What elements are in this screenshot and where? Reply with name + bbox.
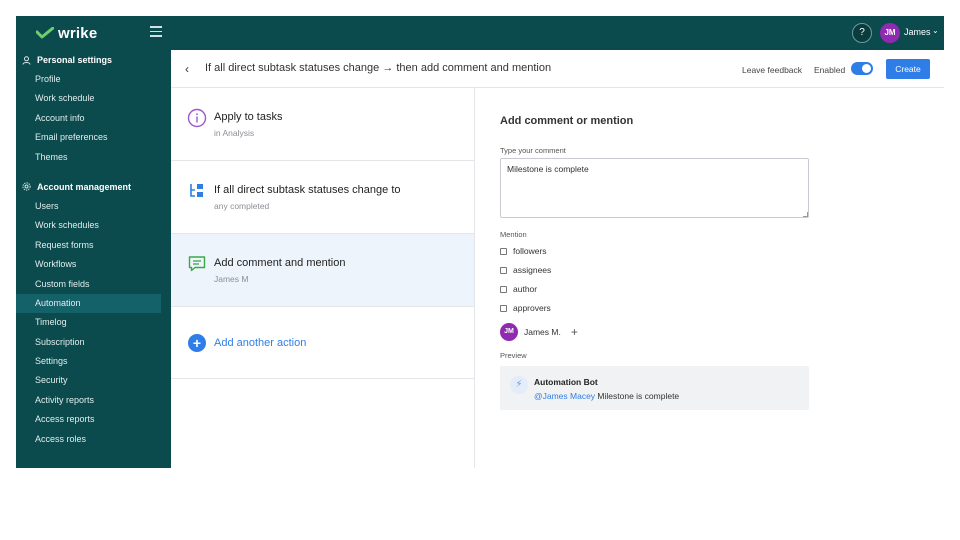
bolt-icon: ⚡ (510, 376, 528, 394)
avatar: JM (500, 323, 518, 341)
sidebar-item-email-preferences[interactable]: Email preferences (16, 128, 171, 147)
comment-label: Type your comment (500, 146, 566, 155)
option-label: followers (513, 246, 547, 256)
sidebar-item-access-reports[interactable]: Access reports (16, 410, 171, 429)
bot-name: Automation Bot (534, 377, 598, 387)
step-subtitle: James M (214, 274, 249, 284)
mention-option-followers[interactable]: followers (500, 246, 547, 256)
sidebar-item-activity-reports[interactable]: Activity reports (16, 391, 171, 410)
sidebar-item-profile[interactable]: Profile (16, 70, 171, 89)
checkbox[interactable] (500, 304, 507, 312)
wrike-logo[interactable]: wrike (36, 22, 97, 44)
action-settings-panel: Add comment or mention Type your comment… (500, 88, 920, 468)
sidebar-section-personal: Personal settings (16, 50, 171, 70)
option-label: author (513, 284, 538, 294)
sidebar-item-request-forms[interactable]: Request forms (16, 236, 171, 255)
create-button[interactable]: Create (886, 59, 930, 79)
person-icon (22, 55, 31, 65)
sidebar-item-themes[interactable]: Themes (16, 148, 171, 167)
app-window: wrike ? JM James ⌄ Personal settings Pro… (16, 16, 944, 468)
comment-textarea[interactable]: Milestone is complete (500, 158, 809, 218)
add-action-label: Add another action (214, 337, 307, 349)
option-label: approvers (513, 303, 551, 313)
option-label: assignees (513, 265, 552, 275)
sidebar-item-workflows[interactable]: Workflows (16, 255, 171, 274)
subtask-icon (187, 181, 207, 201)
checkbox[interactable] (500, 285, 507, 293)
enabled-toggle[interactable] (851, 62, 873, 75)
preview-message: @James Macey Milestone is complete (534, 391, 679, 401)
page-title: If all direct subtask statuses change → … (205, 62, 552, 74)
step-subtitle: in Analysis (214, 128, 255, 138)
sidebar: Personal settings Profile Work schedule … (16, 50, 171, 468)
comment-preview: ⚡ Automation Bot @James Macey Milestone … (500, 366, 809, 410)
preview-label: Preview (500, 351, 527, 360)
step-apply-to-tasks[interactable]: Apply to tasks in Analysis (171, 88, 474, 161)
sidebar-item-account-info[interactable]: Account info (16, 109, 171, 128)
mentioned-user-name: James M. (524, 327, 561, 337)
menu-icon[interactable] (150, 26, 162, 38)
info-icon (187, 108, 207, 128)
sidebar-section-label: Personal settings (37, 55, 113, 65)
wrike-check-icon (36, 27, 54, 39)
sidebar-item-settings[interactable]: Settings (16, 352, 171, 371)
add-another-action-button[interactable]: + Add another action (171, 307, 474, 379)
preview-text: Milestone is complete (595, 391, 680, 401)
step-title: Add comment and mention (214, 257, 346, 269)
sidebar-item-users[interactable]: Users (16, 197, 171, 216)
rule-steps: Apply to tasks in Analysis If all direct… (171, 88, 475, 468)
sidebar-item-work-schedule[interactable]: Work schedule (16, 89, 171, 108)
back-icon[interactable]: ‹ (185, 62, 189, 76)
step-trigger[interactable]: If all direct subtask statuses change to… (171, 161, 474, 234)
sidebar-item-security[interactable]: Security (16, 371, 171, 390)
help-icon[interactable]: ? (852, 23, 872, 43)
sidebar-item-automation[interactable]: Automation (16, 293, 161, 314)
comment-icon (187, 254, 207, 274)
plus-icon: + (188, 334, 206, 352)
sidebar-section-account: Account management (16, 177, 171, 197)
step-subtitle: any completed (214, 201, 270, 211)
step-title: If all direct subtask statuses change to (214, 184, 401, 196)
gear-icon (22, 182, 31, 192)
mention-option-author[interactable]: author (500, 284, 537, 294)
chevron-down-icon[interactable]: ⌄ (932, 26, 939, 35)
sidebar-item-custom-fields[interactable]: Custom fields (16, 275, 171, 294)
sidebar-item-work-schedules[interactable]: Work schedules (16, 216, 171, 235)
step-add-comment[interactable]: Add comment and mention James M (171, 234, 474, 307)
logo-text: wrike (58, 24, 98, 42)
sidebar-item-timelog[interactable]: Timelog (16, 313, 171, 332)
preview-mention: @James Macey (534, 391, 596, 401)
avatar[interactable]: JM (880, 23, 900, 43)
add-mention-icon[interactable]: + (571, 325, 578, 339)
automation-header: ‹ If all direct subtask statuses change … (171, 50, 944, 88)
checkbox[interactable] (500, 266, 507, 274)
mentioned-user: JM James M. + (500, 323, 578, 341)
sidebar-item-subscription[interactable]: Subscription (16, 333, 171, 352)
panel-heading: Add comment or mention (500, 115, 634, 127)
mention-option-assignees[interactable]: assignees (500, 265, 551, 275)
mention-option-approvers[interactable]: approvers (500, 303, 551, 313)
top-bar: wrike ? JM James ⌄ (16, 16, 944, 50)
sidebar-section-label: Account management (37, 181, 132, 192)
leave-feedback-link[interactable]: Leave feedback (742, 65, 802, 75)
mention-label: Mention (500, 230, 527, 239)
checkbox[interactable] (500, 247, 507, 255)
sidebar-item-access-roles[interactable]: Access roles (16, 430, 171, 449)
step-title: Apply to tasks (214, 111, 283, 123)
user-menu-name[interactable]: James (904, 27, 931, 37)
resize-handle[interactable] (803, 212, 808, 217)
enabled-label: Enabled (814, 65, 846, 75)
